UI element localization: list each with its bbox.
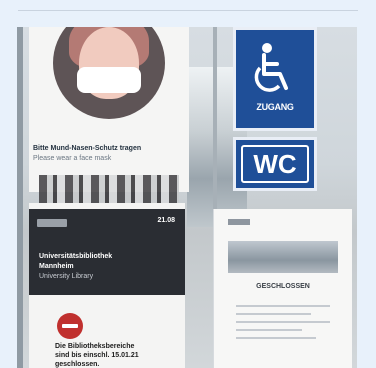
face-mask-icon xyxy=(77,67,141,93)
door-frame-left xyxy=(17,27,23,368)
closed-text-line3: geschlossen. xyxy=(55,361,100,368)
mask-poster-heading: Bitte Mund-Nasen-Schutz tragen xyxy=(33,145,142,152)
closed-text-line2: sind bis einschl. 15.01.21 xyxy=(55,352,139,359)
notice-logo xyxy=(228,219,250,225)
bookshelf-background xyxy=(39,175,179,203)
library-header-panel: 21.08 Universitätsbibliothek Mannheim Un… xyxy=(29,209,185,295)
notice-body-text xyxy=(236,305,330,345)
notice-building-photo xyxy=(228,241,338,273)
mask-poster: Bitte Mund-Nasen-Schutz tragen Please we… xyxy=(29,27,189,192)
closed-text-line1: Die Bibliotheksbereiche xyxy=(55,343,135,350)
access-label: ZUGANG xyxy=(256,102,294,112)
library-name-line1: Universitätsbibliothek xyxy=(39,253,113,260)
university-logo xyxy=(37,219,67,227)
library-date: 21.08 xyxy=(157,217,175,224)
library-name-line3: University Library xyxy=(39,273,94,280)
wc-label: WC xyxy=(241,145,309,183)
library-closed-sign: 21.08 Universitätsbibliothek Mannheim Un… xyxy=(29,203,185,368)
closure-notice: GESCHLOSSEN xyxy=(213,209,352,368)
library-name-line2: Mannheim xyxy=(39,263,74,270)
mask-poster-subtitle: Please wear a face mask xyxy=(33,155,112,162)
door-photo: Bitte Mund-Nasen-Schutz tragen Please we… xyxy=(17,27,357,368)
no-entry-icon xyxy=(57,313,83,339)
wc-sign: WC xyxy=(233,137,317,191)
accessibility-sign: ZUGANG xyxy=(233,27,317,131)
top-divider xyxy=(18,10,358,11)
notice-title: GESCHLOSSEN xyxy=(256,283,310,290)
wheelchair-icon xyxy=(254,43,288,92)
